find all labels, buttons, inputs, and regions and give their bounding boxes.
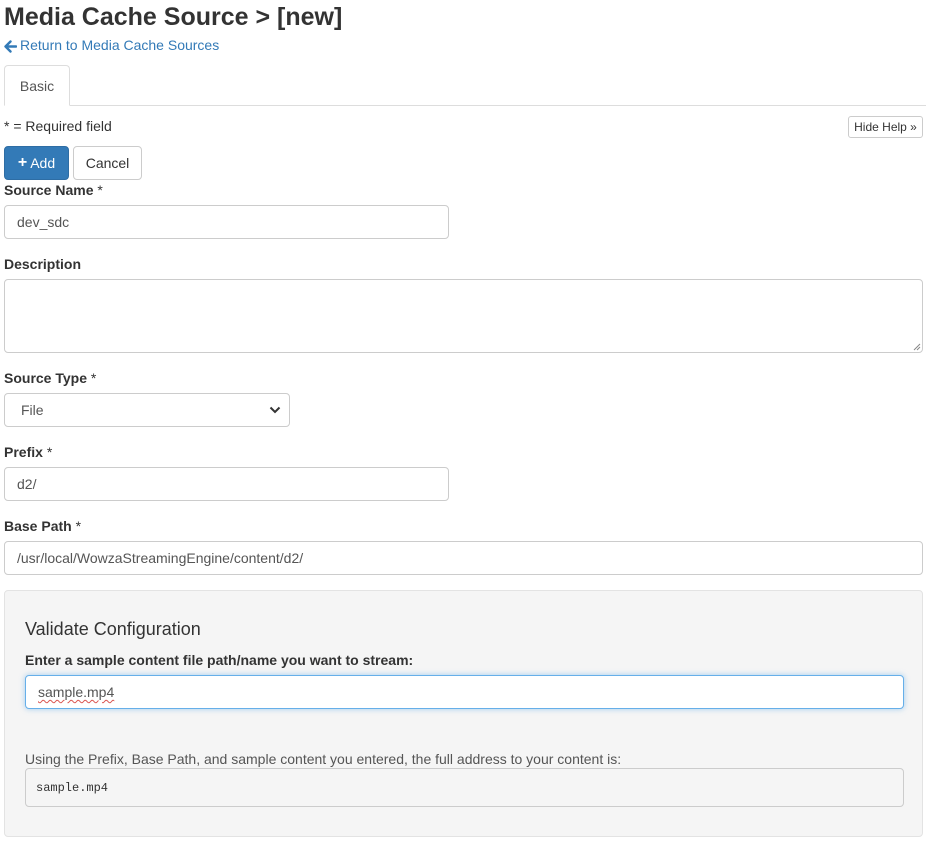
required-mark: * bbox=[75, 518, 82, 534]
description-label: Description bbox=[4, 256, 82, 272]
full-address-output: sample.mp4 bbox=[25, 768, 904, 807]
base-path-label-text: Base Path bbox=[4, 518, 72, 534]
add-button[interactable]: + Add bbox=[4, 146, 69, 180]
plus-icon: + bbox=[17, 154, 28, 171]
required-mark: * bbox=[97, 182, 103, 198]
prefix-label: Prefix * bbox=[4, 444, 52, 460]
required-note: * = Required field bbox=[4, 118, 112, 134]
sample-content-input[interactable]: sample.mp4 bbox=[25, 675, 904, 709]
source-type-value: File bbox=[21, 402, 44, 418]
hide-help-button[interactable]: Hide Help » bbox=[848, 116, 923, 138]
required-mark: * bbox=[90, 370, 97, 386]
source-name-input[interactable]: dev_sdc bbox=[4, 205, 449, 239]
sample-content-value: sample.mp4 bbox=[38, 684, 115, 700]
source-type-select[interactable]: File bbox=[4, 393, 290, 427]
resize-grip-icon[interactable] bbox=[912, 342, 921, 351]
description-textarea[interactable] bbox=[4, 279, 923, 353]
base-path-label: Base Path * bbox=[4, 518, 81, 534]
source-type-label-text: Source Type bbox=[4, 370, 87, 386]
source-name-label: Source Name * bbox=[4, 182, 103, 198]
full-address-help: Using the Prefix, Base Path, and sample … bbox=[25, 751, 622, 767]
chevron-down-icon bbox=[269, 406, 281, 414]
validate-title: Validate Configuration bbox=[25, 619, 201, 639]
cancel-button[interactable]: Cancel bbox=[73, 146, 142, 180]
return-link-label: Return to Media Cache Sources bbox=[20, 37, 220, 53]
required-mark: * bbox=[46, 444, 53, 460]
source-name-label-text: Source Name bbox=[4, 182, 94, 198]
tab-basic[interactable]: Basic bbox=[4, 65, 70, 106]
base-path-input[interactable]: /usr/local/WowzaStreamingEngine/content/… bbox=[4, 541, 923, 575]
add-button-label: Add bbox=[30, 155, 56, 171]
tab-bar: Basic bbox=[4, 65, 926, 106]
page-title: Media Cache Source > [new] bbox=[4, 3, 343, 31]
arrow-left-icon bbox=[4, 39, 18, 53]
return-link[interactable]: Return to Media Cache Sources bbox=[4, 36, 219, 54]
prefix-input[interactable]: d2/ bbox=[4, 467, 449, 501]
sample-label: Enter a sample content file path/name yo… bbox=[25, 652, 414, 668]
prefix-label-text: Prefix bbox=[4, 444, 43, 460]
source-type-label: Source Type * bbox=[4, 370, 96, 386]
validate-panel: Validate Configuration Enter a sample co… bbox=[4, 590, 923, 837]
